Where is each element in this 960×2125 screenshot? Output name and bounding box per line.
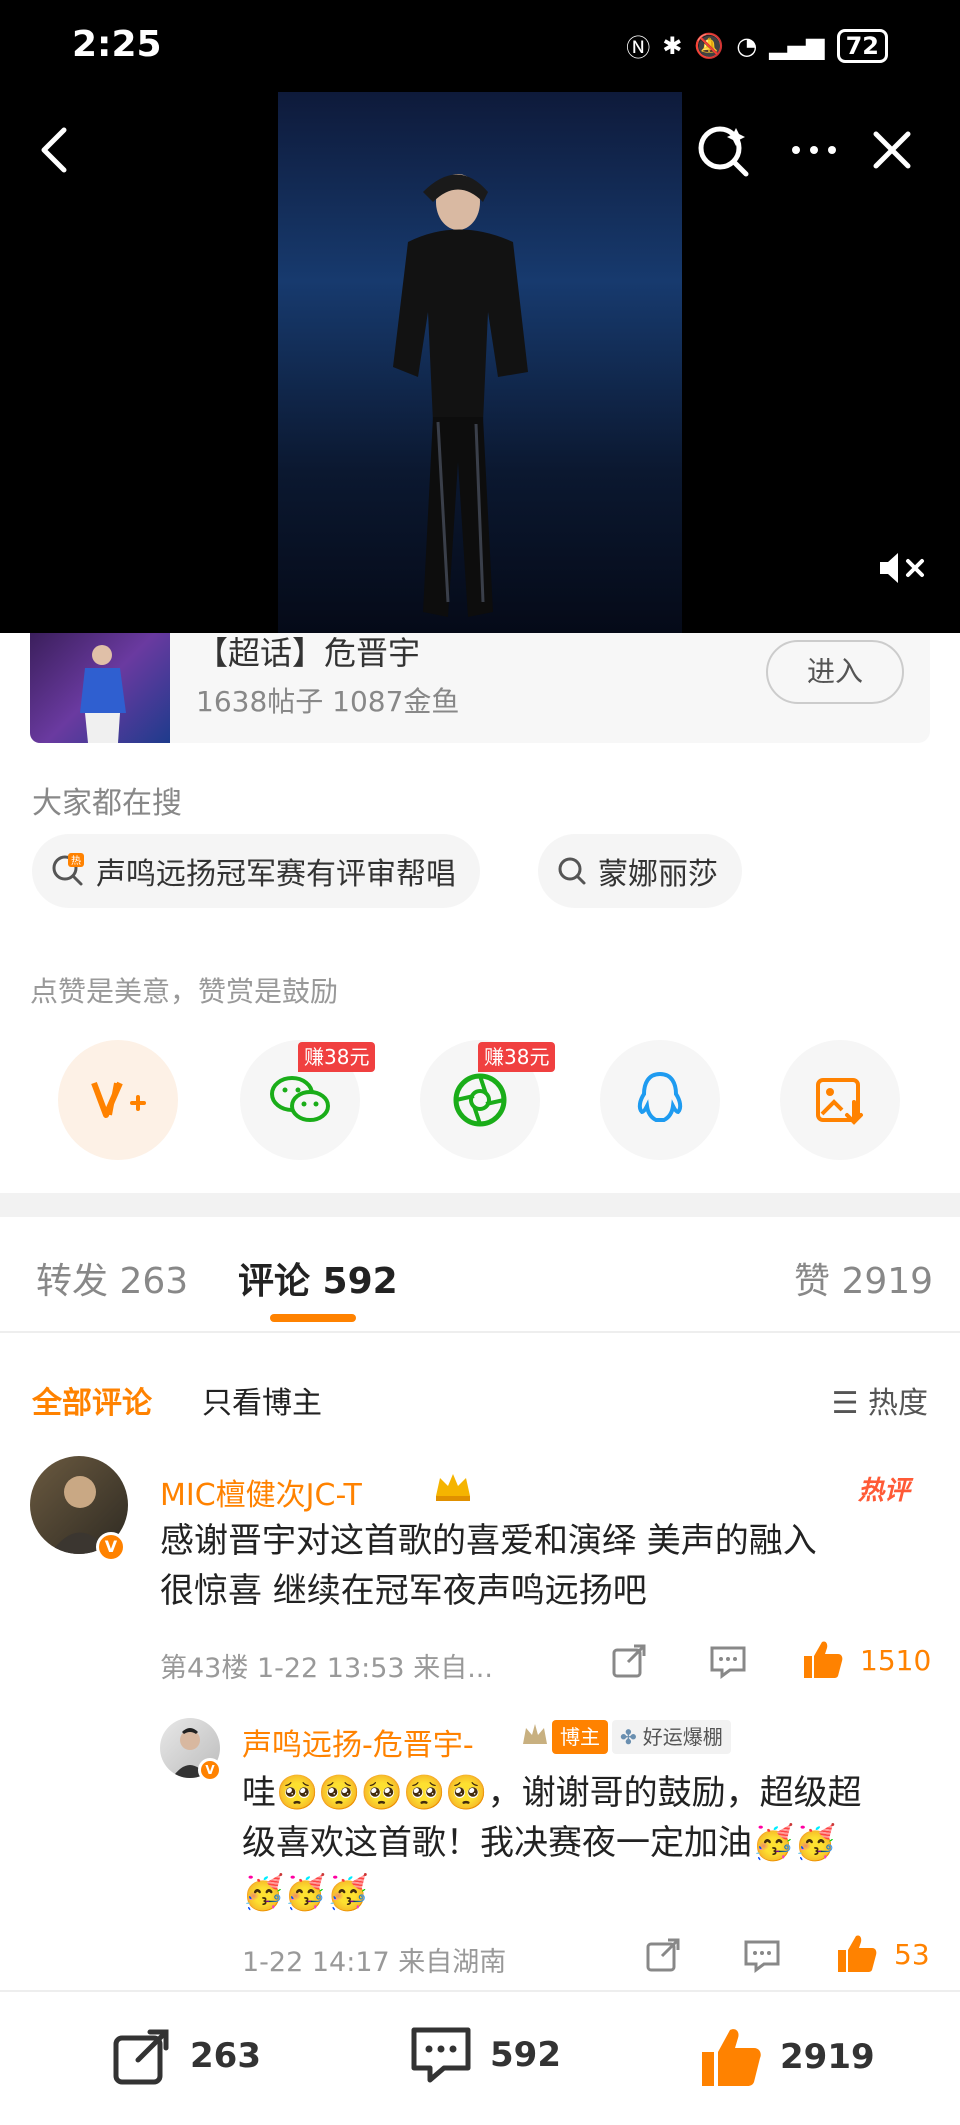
reply-text-line: 哇🥺🥺🥺🥺🥺，谢谢哥的鼓励，超级超 xyxy=(242,1773,862,1813)
search-icon xyxy=(558,857,586,885)
like-count: 2919 xyxy=(780,2037,875,2077)
comment-text-line: 很惊喜 继续在冠军夜声鸣远扬吧 xyxy=(160,1571,647,1611)
comment-icon xyxy=(411,2027,471,2083)
image-search-icon[interactable] xyxy=(692,120,752,180)
tab-likes[interactable]: 赞 2919 xyxy=(794,1252,933,1304)
nfc-icon: Ⓝ xyxy=(626,34,651,62)
tab-comments[interactable]: 评论 592 xyxy=(238,1252,398,1304)
tab-reposts[interactable]: 转发 263 xyxy=(36,1252,188,1304)
repost-icon xyxy=(113,2029,169,2085)
reward-label: 点赞是美意，赞赏是鼓励 xyxy=(30,975,339,1008)
reply-author[interactable]: 声鸣远扬-危晋宇- xyxy=(242,1720,474,1764)
comment-author[interactable]: MIC檀健次JC-T xyxy=(160,1470,362,1514)
moments-icon xyxy=(453,1073,507,1127)
trending-chip-2[interactable]: 蒙娜丽莎 xyxy=(538,834,742,908)
hot-comment-tag: 热评 xyxy=(858,1476,911,1506)
signal-icon: ▂▄▆ xyxy=(769,31,825,60)
filter-all-comments[interactable]: 全部评论 xyxy=(32,1378,152,1422)
close-icon[interactable] xyxy=(862,120,922,180)
section-divider xyxy=(0,1193,960,1217)
crown-icon xyxy=(436,1474,470,1501)
reply-icon[interactable] xyxy=(708,1644,748,1680)
tab-divider xyxy=(0,1331,960,1333)
trending-chip-label: 蒙娜丽莎 xyxy=(598,857,718,892)
comment-count: 592 xyxy=(490,2035,561,2075)
more-icon[interactable] xyxy=(784,120,844,180)
reply-icon[interactable] xyxy=(742,1938,782,1974)
wechat-icon xyxy=(270,1076,330,1122)
sort-button[interactable]: ☰ 热度 xyxy=(832,1378,928,1422)
bluetooth-icon: ✱ xyxy=(662,31,683,60)
qq-icon xyxy=(637,1071,683,1122)
super-topic-meta: 1638帖子 1087金鱼 xyxy=(196,685,460,718)
liked-icon[interactable] xyxy=(800,1636,846,1682)
back-icon[interactable] xyxy=(26,120,86,180)
reply-text-line: 🥳🥳🥳 xyxy=(242,1873,370,1913)
trending-chip-1[interactable]: 热 声鸣远扬冠军赛有评审帮唱 xyxy=(32,834,480,908)
battery-indicator: 72 xyxy=(836,28,888,63)
sort-icon: ☰ xyxy=(831,1386,868,1421)
topic-performer-image xyxy=(80,645,126,743)
like-action[interactable]: 2919 xyxy=(698,2024,875,2090)
performer-silhouette xyxy=(393,174,528,617)
status-time: 2:25 xyxy=(72,24,162,65)
comment-like-count: 1510 xyxy=(860,1644,932,1677)
mute-bell-icon: 🔕 xyxy=(694,31,725,60)
super-topic-thumbnail xyxy=(30,633,170,743)
repost-action[interactable]: 263 xyxy=(110,2024,261,2088)
filter-author-only[interactable]: 只看博主 xyxy=(202,1378,322,1422)
liked-icon[interactable] xyxy=(834,1930,880,1976)
repost-icon[interactable] xyxy=(610,1642,648,1680)
qq-share-button[interactable] xyxy=(600,1040,720,1160)
reply-text-line: 级喜欢这首歌！我决赛夜一定加油🥳🥳 xyxy=(242,1823,837,1863)
verified-badge: V xyxy=(198,1758,222,1782)
earn-badge: 赚38元 xyxy=(478,1042,556,1072)
fan-badge: ✤ 好运爆棚 xyxy=(612,1720,731,1754)
enter-topic-button[interactable]: 进入 xyxy=(766,640,904,704)
trending-label: 大家都在搜 xyxy=(32,786,182,821)
v-plus-share-button[interactable] xyxy=(58,1040,178,1160)
status-icons: Ⓝ ✱ 🔕 ◔ ▂▄▆ 72 xyxy=(626,28,888,63)
liked-icon xyxy=(702,2029,761,2086)
comment-action[interactable]: 592 xyxy=(408,2024,561,2086)
sort-label: 热度 xyxy=(868,1386,928,1421)
crown-icon xyxy=(523,1724,547,1744)
repost-count: 263 xyxy=(190,2036,261,2076)
wifi-icon: ◔ xyxy=(736,31,758,60)
sound-off-icon[interactable] xyxy=(876,548,930,588)
author-badge: 博主 xyxy=(552,1720,608,1754)
save-image-icon xyxy=(816,1078,863,1125)
tab-indicator xyxy=(270,1314,356,1322)
earn-badge: 赚38元 xyxy=(298,1042,376,1072)
trending-chip-label: 声鸣远扬冠军赛有评审帮唱 xyxy=(96,857,456,892)
hot-search-icon: 热 xyxy=(52,853,84,886)
bottom-action-bar: 263 592 2919 xyxy=(0,1990,960,2125)
save-image-button[interactable] xyxy=(780,1040,900,1160)
super-topic-title: 【超话】危晋宇 xyxy=(196,634,421,672)
reply-like-count: 53 xyxy=(894,1938,930,1971)
media-viewer: 2:25 Ⓝ ✱ 🔕 ◔ ▂▄▆ 72 xyxy=(0,0,960,633)
v-plus-icon xyxy=(91,1081,146,1118)
post-photo[interactable] xyxy=(278,92,682,633)
status-bar: 2:25 Ⓝ ✱ 🔕 ◔ ▂▄▆ 72 xyxy=(0,0,960,92)
verified-badge: V xyxy=(96,1532,126,1562)
clover-icon: ✤ xyxy=(620,1725,637,1749)
comment-meta: 第43楼 1-22 13:53 来自... xyxy=(160,1653,493,1684)
repost-icon[interactable] xyxy=(644,1936,682,1974)
reply-meta: 1-22 14:17 来自湖南 xyxy=(242,1947,507,1978)
comment-text-line: 感谢晋宇对这首歌的喜爱和演绎 美声的融入 xyxy=(160,1521,817,1561)
fan-badge-label: 好运爆棚 xyxy=(642,1725,723,1749)
svg-text:热: 热 xyxy=(71,854,81,867)
